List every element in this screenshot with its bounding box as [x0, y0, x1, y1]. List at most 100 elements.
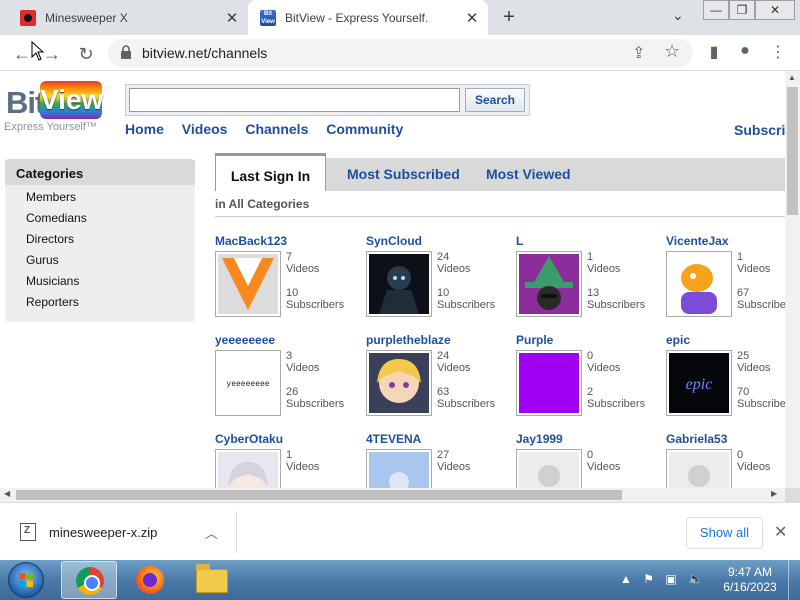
- channel-avatar[interactable]: yeeeeeeee: [215, 350, 281, 416]
- horizontal-scroll-thumb[interactable]: [16, 490, 622, 500]
- channel-name-link[interactable]: purpletheblaze: [366, 333, 451, 347]
- channel-card: yeeeeeeee yeeeeeeee 3 Videos 26 Subscribers: [215, 333, 365, 425]
- profile-avatar-icon[interactable]: ●: [733, 42, 757, 60]
- videos-label: Videos: [737, 362, 771, 374]
- address-bar[interactable]: bitview.net/channels ⇪ ☆: [108, 39, 693, 67]
- channel-avatar[interactable]: epic: [666, 350, 732, 416]
- action-center-icon[interactable]: ⚑: [643, 572, 654, 586]
- taskbar-clock[interactable]: 9:47 AM 6/16/2023: [716, 565, 784, 595]
- channel-name-link[interactable]: VicenteJax: [666, 234, 729, 248]
- tab-most-viewed[interactable]: Most Viewed: [486, 158, 571, 191]
- scroll-left-arrow-icon[interactable]: ◀: [4, 489, 10, 498]
- minimize-window-icon[interactable]: —: [703, 0, 729, 20]
- tab-last-sign-in[interactable]: Last Sign In: [215, 153, 326, 191]
- channel-name-link[interactable]: CyberOtaku: [215, 432, 283, 446]
- taskbar-explorer[interactable]: [184, 561, 240, 599]
- tab-most-subscribed[interactable]: Most Subscribed: [347, 158, 460, 191]
- channel-avatar[interactable]: [215, 251, 281, 317]
- channel-sort-tabs: Last Sign In Most Subscribed Most Viewed: [215, 153, 785, 191]
- channel-stats: 0VideosSubscribers: [737, 449, 785, 488]
- videos-label: Videos: [587, 263, 621, 275]
- videos-label: Videos: [437, 263, 471, 275]
- channel-avatar[interactable]: [666, 449, 732, 488]
- sidebar-item-comedians[interactable]: Comedians: [5, 208, 195, 229]
- channel-avatar[interactable]: [366, 449, 432, 488]
- sidebar-item-members[interactable]: Members: [5, 187, 195, 208]
- tab-minesweeper[interactable]: Minesweeper X ✕: [8, 0, 248, 35]
- channel-name-link[interactable]: epic: [666, 333, 690, 347]
- show-desktop-button[interactable]: [788, 560, 800, 600]
- nav-home[interactable]: Home: [125, 121, 164, 137]
- url-text: bitview.net/channels: [142, 45, 268, 61]
- sidebar-item-gurus[interactable]: Gurus: [5, 250, 195, 271]
- channel-name-link[interactable]: 4TEVENA: [366, 432, 421, 446]
- channel-name-link[interactable]: SynCloud: [366, 234, 422, 248]
- close-shelf-icon[interactable]: ✕: [774, 522, 787, 542]
- channel-avatar[interactable]: [516, 251, 582, 317]
- channel-avatar[interactable]: [366, 251, 432, 317]
- channel-avatar[interactable]: [516, 350, 582, 416]
- nav-videos[interactable]: Videos: [182, 121, 228, 137]
- video-count: 0: [737, 449, 744, 461]
- sidebar-item-directors[interactable]: Directors: [5, 229, 195, 250]
- svg-text:epic: epic: [686, 376, 713, 393]
- videos-label: Videos: [286, 263, 320, 275]
- taskbar-chrome[interactable]: [61, 561, 117, 599]
- horizontal-scrollbar[interactable]: ◀ ▶: [0, 488, 785, 502]
- bitview-logo[interactable]: Bit View Express Yourself™: [4, 79, 104, 139]
- channel-avatar[interactable]: [666, 251, 732, 317]
- download-file-name[interactable]: minesweeper-x.zip: [49, 525, 157, 540]
- scroll-up-arrow-icon[interactable]: ▲: [788, 73, 796, 82]
- tab-title: BitView - Express Yourself.: [285, 10, 429, 25]
- start-button[interactable]: [8, 562, 44, 598]
- vertical-scrollbar[interactable]: ▲: [785, 71, 800, 488]
- chevron-up-icon[interactable]: ︿: [205, 523, 218, 542]
- show-all-button[interactable]: Show all: [686, 517, 763, 549]
- volume-icon[interactable]: 🔈: [688, 572, 703, 586]
- menu-kebab-icon[interactable]: ⋮: [766, 42, 790, 62]
- search-input[interactable]: [129, 88, 460, 112]
- share-icon[interactable]: ⇪: [632, 43, 645, 63]
- tab-bitview[interactable]: Bit View BitView - Express Yourself. ✕: [248, 0, 488, 35]
- nav-channels[interactable]: Channels: [245, 121, 308, 137]
- nav-subscriptions[interactable]: Subscri: [734, 122, 785, 138]
- nav-community[interactable]: Community: [326, 121, 403, 137]
- channel-name-link[interactable]: Jay1999: [516, 432, 563, 446]
- channel-name-link[interactable]: Purple: [516, 333, 553, 347]
- channel-name-link[interactable]: Gabriela53: [666, 432, 727, 446]
- screen: Minesweeper X ✕ Bit View BitView - Expre…: [0, 0, 800, 600]
- channel-avatar[interactable]: [366, 350, 432, 416]
- channel-name-link[interactable]: L: [516, 234, 523, 248]
- lock-icon: [121, 45, 131, 59]
- search-button[interactable]: Search: [465, 88, 525, 112]
- gap: [737, 374, 785, 386]
- channel-avatar[interactable]: [516, 449, 582, 488]
- taskbar-firefox[interactable]: [122, 561, 178, 599]
- logo-view-text: View: [40, 81, 103, 119]
- network-icon[interactable]: ▣: [665, 572, 676, 586]
- channel-card: purpletheblaze 24 Videos 63 Subscribers: [366, 333, 516, 425]
- subscribers-label: Subscribers: [286, 299, 345, 311]
- bookmark-star-icon[interactable]: ☆: [664, 41, 680, 62]
- mouse-cursor-icon: [31, 41, 45, 61]
- channel-avatar[interactable]: [215, 449, 281, 488]
- subscribers-label: Subscribers: [437, 299, 496, 311]
- vertical-scroll-thumb[interactable]: [787, 87, 798, 215]
- new-tab-plus-icon[interactable]: +: [498, 6, 520, 28]
- close-window-icon[interactable]: ✕: [755, 0, 795, 20]
- tab-search-chevron-icon[interactable]: ⌄: [672, 7, 684, 24]
- logo-bit-text: Bit: [6, 85, 45, 120]
- tray-expand-icon[interactable]: ▲: [620, 572, 632, 586]
- restore-window-icon[interactable]: ❐: [729, 0, 755, 20]
- sidebar-item-reporters[interactable]: Reporters: [5, 292, 195, 313]
- sidebar-item-musicians[interactable]: Musicians: [5, 271, 195, 292]
- close-tab-icon[interactable]: ✕: [462, 9, 482, 27]
- divider: [236, 511, 237, 553]
- video-count: 7: [286, 251, 293, 263]
- side-panel-icon[interactable]: ▮: [702, 42, 726, 62]
- channel-name-link[interactable]: yeeeeeeee: [215, 333, 275, 347]
- scroll-right-arrow-icon[interactable]: ▶: [771, 489, 777, 498]
- channel-name-link[interactable]: MacBack123: [215, 234, 287, 248]
- reload-icon[interactable]: ↻: [74, 42, 98, 66]
- close-tab-icon[interactable]: ✕: [222, 9, 242, 27]
